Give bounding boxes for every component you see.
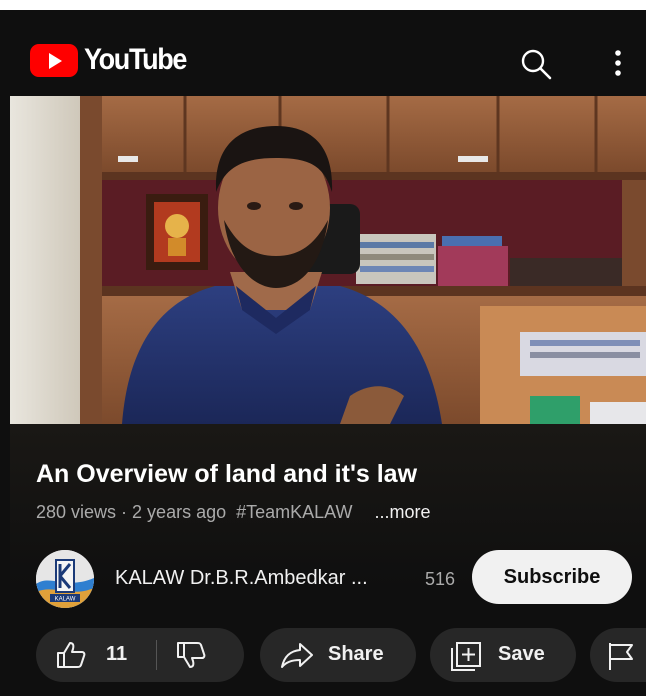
like-dislike-group: 11	[36, 628, 244, 682]
report-flag-icon	[609, 643, 633, 670]
app-header: YouTube	[10, 10, 646, 96]
hashtag-link[interactable]: #TeamKALAW	[236, 502, 352, 522]
like-count[interactable]: 11	[106, 643, 127, 666]
avatar-text: KALAW	[55, 597, 76, 603]
youtube-logo-icon	[30, 43, 78, 77]
subscribe-button[interactable]: Subscribe	[472, 550, 632, 604]
channel-logo-icon: KALAW	[36, 550, 94, 608]
thumb-up-icon[interactable]	[56, 641, 86, 669]
like-divider	[156, 640, 157, 670]
save-label: Save	[498, 643, 545, 665]
video-meta[interactable]: 280 views · 2 years ago #TeamKALAW ...more	[36, 502, 431, 523]
status-strip	[0, 0, 646, 10]
upload-age: 2 years ago	[132, 502, 227, 522]
video-frame-image	[10, 96, 646, 424]
video-title[interactable]: An Overview of land and it's law	[36, 460, 417, 489]
share-icon	[281, 643, 313, 668]
save-button[interactable]: Save	[430, 628, 576, 682]
subscriber-count: 516	[425, 569, 456, 589]
youtube-logo[interactable]: YouTube	[30, 43, 197, 77]
more-vert-icon[interactable]	[606, 46, 630, 82]
logo-text: YouTube	[84, 43, 187, 76]
report-button[interactable]	[590, 628, 646, 682]
video-player[interactable]	[10, 96, 646, 424]
youtube-app: YouTube An Overview of land and it's law…	[10, 10, 646, 696]
share-label: Share	[328, 643, 384, 665]
share-button[interactable]: Share	[260, 628, 416, 682]
thumb-down-icon[interactable]	[176, 641, 206, 669]
channel-name[interactable]: KALAW Dr.B.R.Ambedkar ...	[115, 567, 368, 590]
meta-separator: ·	[116, 502, 133, 522]
view-count: 280 views	[36, 502, 117, 522]
channel-row: KALAW KALAW Dr.B.R.Ambedkar ... 516 Subs…	[10, 542, 646, 612]
avatar[interactable]: KALAW	[36, 550, 94, 608]
video-details: An Overview of land and it's law 280 vie…	[10, 424, 646, 696]
more-link[interactable]: ...more	[375, 502, 431, 522]
search-icon[interactable]	[518, 46, 554, 82]
save-playlist-icon	[451, 642, 481, 671]
action-bar: 11 Share Save	[10, 628, 646, 684]
